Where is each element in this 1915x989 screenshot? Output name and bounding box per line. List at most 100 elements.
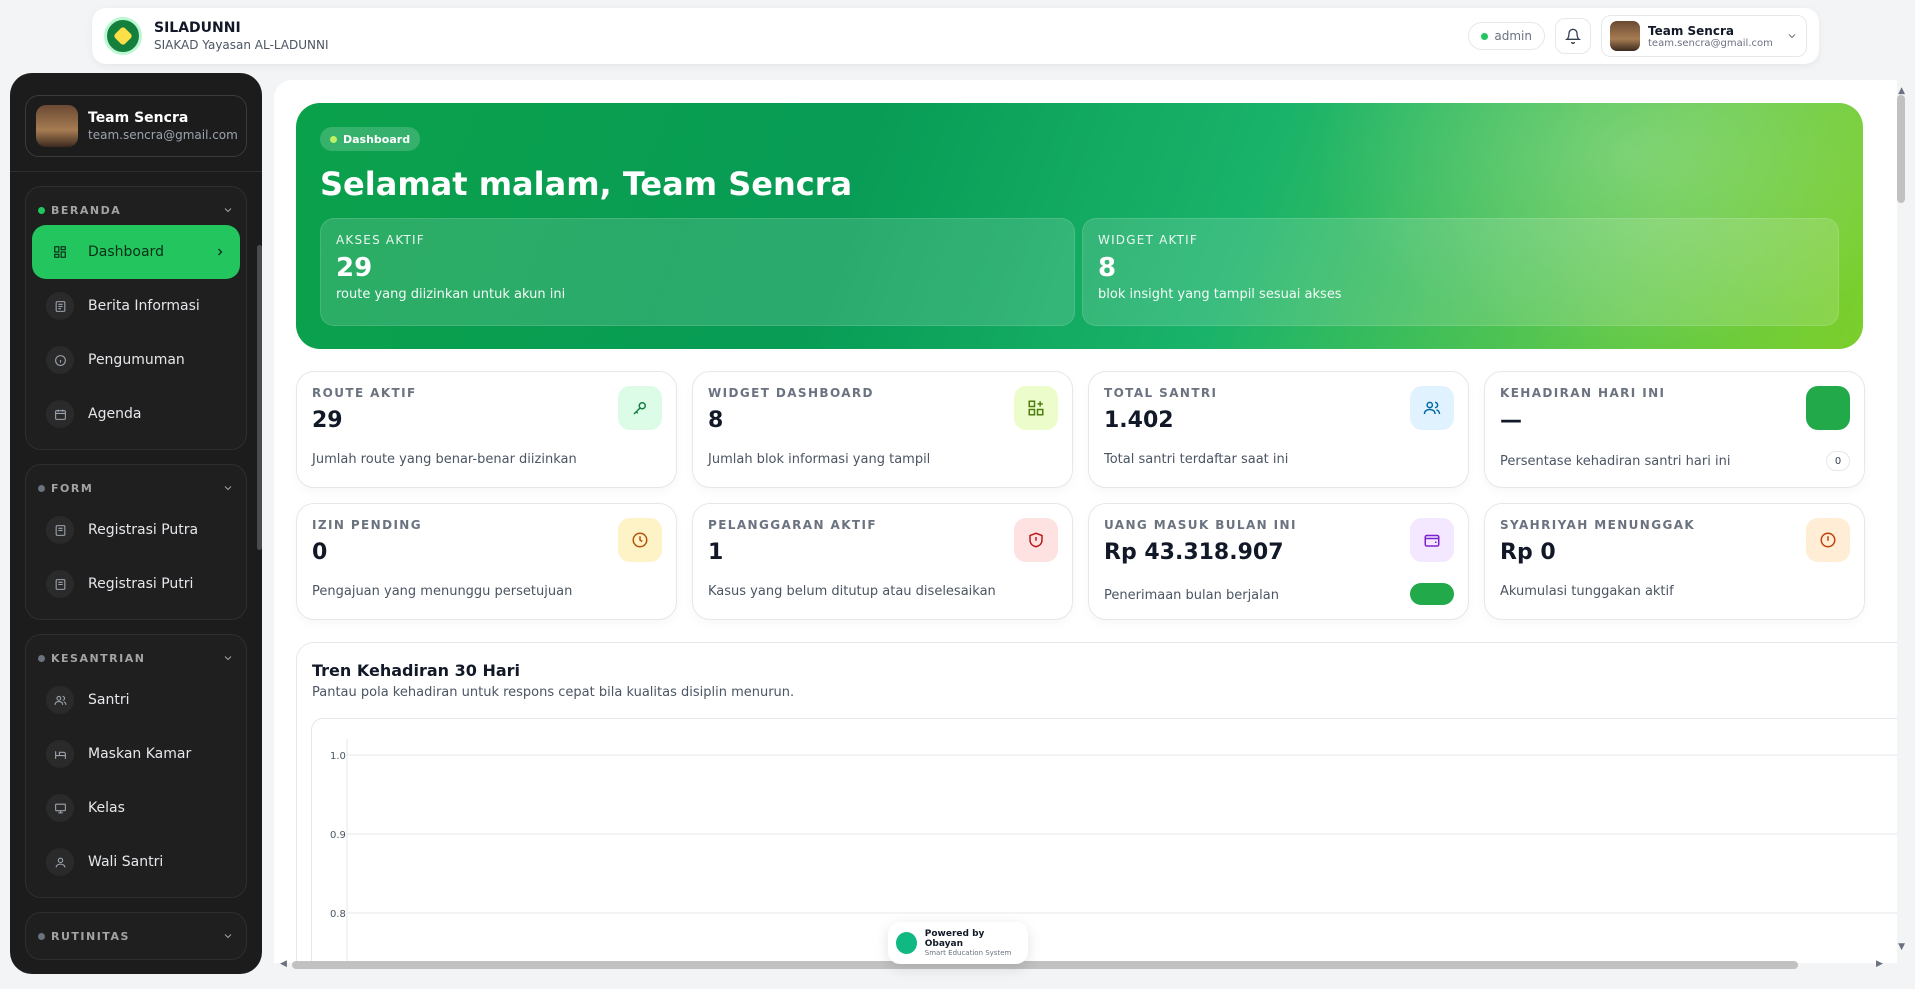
chart-container: 1.0 0.9 0.8 [311, 718, 1897, 963]
nav-group-form: FORM Registrasi Putra Registrasi Putri [25, 464, 247, 620]
page-vertical-scrollbar[interactable] [1897, 95, 1905, 203]
users-icon [1410, 386, 1454, 430]
stat-value: Rp 0 [1500, 540, 1556, 565]
sidebar-item-label: Kelas [88, 800, 125, 816]
sidebar-item-label: Santri [88, 692, 130, 708]
hero-card-desc: blok insight yang tampil sesuai akses [1098, 287, 1342, 302]
users-icon [46, 686, 74, 714]
app-logo[interactable] [104, 17, 142, 55]
sidebar-item-registrasi-putri[interactable]: Registrasi Putri [32, 557, 240, 611]
role-badge: admin [1468, 22, 1545, 50]
scroll-right-arrow[interactable]: ▶ [1876, 959, 1883, 969]
sidebar-item-registrasi-putra[interactable]: Registrasi Putra [32, 503, 240, 557]
group-dot [38, 932, 45, 940]
sidebar-item-label: Berita Informasi [88, 298, 200, 314]
notifications-button[interactable] [1555, 18, 1591, 54]
status-pill [1410, 583, 1454, 605]
chevron-down-icon [224, 208, 232, 213]
hero-card-desc: route yang diizinkan untuk akun ini [336, 287, 566, 302]
sidebar-item-wali-santri[interactable]: Wali Santri [32, 835, 240, 889]
stat-card-kehadiran: KEHADIRAN HARI INI — Persentase kehadira… [1484, 371, 1865, 488]
nav-group-header[interactable]: KESANTRIAN [32, 643, 240, 673]
info-icon [46, 346, 74, 374]
main-content: Dashboard Selamat malam, Team Sencra AKS… [274, 80, 1897, 963]
sidebar-item-kelas[interactable]: Kelas [32, 781, 240, 835]
stat-card-widget-dashboard: WIDGET DASHBOARD 8 Jumlah blok informasi… [692, 371, 1073, 488]
chevron-down-icon [1788, 34, 1796, 39]
stat-card-syahriyah: SYAHRIYAH MENUNGGAK Rp 0 Akumulasi tungg… [1484, 503, 1865, 620]
nav-group-header[interactable]: BERANDA [32, 195, 240, 225]
count-badge: 0 [1826, 451, 1850, 471]
sidebar-item-berita[interactable]: Berita Informasi [32, 279, 240, 333]
avatar [36, 105, 78, 147]
nav-group-rutinitas: RUTINITAS [25, 912, 247, 960]
page-horizontal-scrollbar[interactable] [292, 961, 1798, 969]
sidebar-item-dashboard[interactable]: Dashboard [32, 225, 240, 279]
stat-label: TOTAL SANTRI [1104, 386, 1218, 400]
shield-alert-icon [1014, 518, 1058, 562]
chevron-down-icon [224, 486, 232, 491]
app-subtitle: SIAKAD Yayasan AL-LADUNNI [154, 38, 329, 52]
group-dot [38, 484, 45, 492]
sidebar-item-label: Maskan Kamar [88, 746, 192, 762]
scroll-down-arrow[interactable]: ▼ [1898, 942, 1905, 952]
stat-value: 0 [312, 540, 328, 565]
hero-card-label: AKSES AKTIF [336, 233, 425, 247]
nav-group-beranda: BERANDA Dashboard Berita Informasi Pengu… [25, 186, 247, 450]
powered-by-badge[interactable]: Powered by Obayan Smart Education System [888, 922, 1028, 964]
stat-desc: Jumlah route yang benar-benar diizinkan [312, 452, 577, 467]
sidebar-item-label: Wali Santri [88, 854, 164, 870]
stat-value: — [1500, 408, 1522, 433]
hero-banner: Dashboard Selamat malam, Team Sencra AKS… [296, 103, 1863, 349]
status-dot [1481, 32, 1489, 40]
calendar-icon [46, 400, 74, 428]
hero-card-value: 29 [336, 253, 373, 283]
sidebar-item-agenda[interactable]: Agenda [32, 387, 240, 441]
stat-card-total-santri: TOTAL SANTRI 1.402 Total santri terdafta… [1088, 371, 1469, 488]
stat-desc: Jumlah blok informasi yang tampil [708, 452, 931, 467]
stat-label: IZIN PENDING [312, 518, 423, 532]
stat-value: Rp 43.318.907 [1104, 540, 1284, 565]
y-tick-label: 0.8 [330, 909, 346, 920]
stat-desc: Total santri terdaftar saat ini [1104, 452, 1289, 467]
nav-group-header[interactable]: RUTINITAS [32, 921, 240, 951]
sidebar-item-label: Dashboard [88, 244, 164, 260]
hero-card-label: WIDGET AKTIF [1098, 233, 1198, 247]
news-icon [46, 292, 74, 320]
key-icon [618, 386, 662, 430]
role-label: admin [1494, 29, 1532, 43]
stat-desc: Penerimaan bulan berjalan [1104, 588, 1279, 603]
sidebar-item-label: Registrasi Putri [88, 576, 194, 592]
sidebar-item-maskan-kamar[interactable]: Maskan Kamar [32, 727, 240, 781]
scroll-left-arrow[interactable]: ◀ [280, 959, 287, 969]
user-name: Team Sencra [1648, 23, 1734, 38]
y-tick-label: 1.0 [330, 751, 346, 762]
status-dot [330, 135, 337, 143]
nav-group-header[interactable]: FORM [32, 473, 240, 503]
sidebar-scrollbar[interactable] [257, 245, 262, 550]
hero-badge: Dashboard [320, 127, 421, 151]
hero-card-value: 8 [1098, 253, 1117, 283]
nav-group-kesantrian: KESANTRIAN Santri Maskan Kamar Kelas Wal… [25, 634, 247, 898]
profile-email: team.sencra@gmail.com [88, 128, 238, 142]
form-icon [46, 516, 74, 544]
avatar [1610, 21, 1640, 51]
group-label: BERANDA [51, 203, 122, 217]
sidebar-item-label: Registrasi Putra [88, 522, 199, 538]
stat-label: ROUTE AKTIF [312, 386, 417, 400]
chart-title: Tren Kehadiran 30 Hari [312, 661, 520, 680]
dashboard-icon [46, 238, 74, 266]
powered-sub: Smart Education System [924, 949, 1012, 957]
bell-icon [1565, 28, 1581, 44]
page-title: Selamat malam, Team Sencra [320, 165, 853, 203]
stat-value: 29 [312, 408, 343, 433]
group-dot [38, 206, 45, 214]
user-email: team.sencra@gmail.com [1648, 37, 1773, 49]
scroll-up-arrow[interactable]: ▲ [1898, 86, 1905, 96]
sidebar-item-pengumuman[interactable]: Pengumuman [32, 333, 240, 387]
sidebar-item-label: Agenda [88, 406, 142, 422]
stat-desc: Persentase kehadiran santri hari ini [1500, 454, 1731, 469]
user-menu-button[interactable]: Team Sencra team.sencra@gmail.com [1601, 15, 1807, 57]
sidebar-profile[interactable]: Team Sencra team.sencra@gmail.com [25, 95, 247, 157]
sidebar-item-santri[interactable]: Santri [32, 673, 240, 727]
